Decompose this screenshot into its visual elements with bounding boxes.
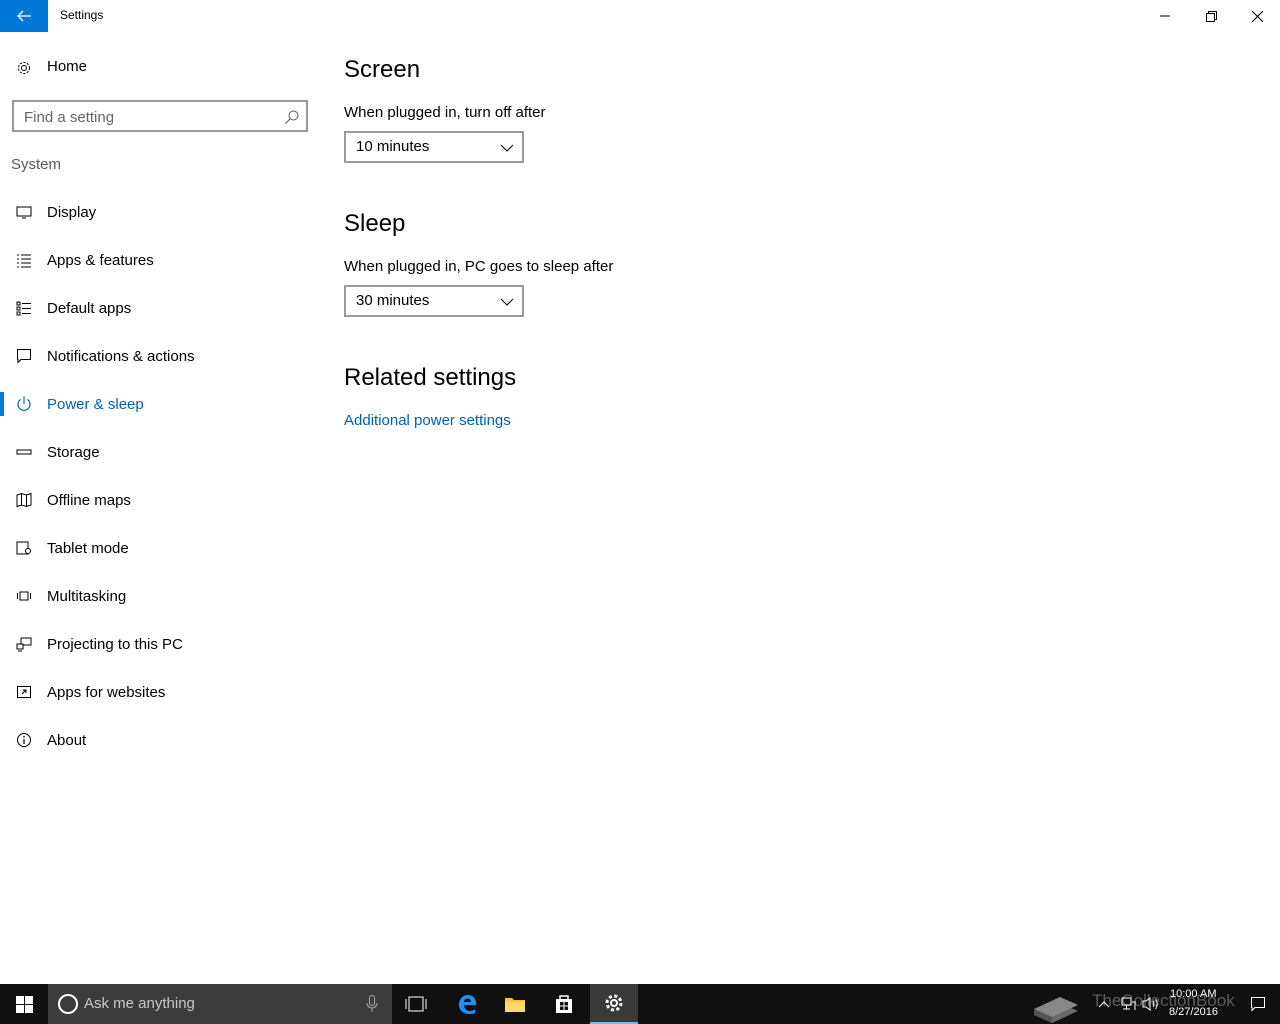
sidebar-item-apps-websites[interactable]: Apps for websites xyxy=(0,672,320,712)
close-icon xyxy=(1251,10,1263,22)
screen-timeout-label: When plugged in, turn off after xyxy=(344,104,546,121)
screen-heading: Screen xyxy=(344,56,421,83)
task-view-icon xyxy=(405,996,427,1012)
info-icon xyxy=(16,732,32,748)
minimize-icon xyxy=(1160,15,1170,17)
cortana-search-box[interactable]: Ask me anything xyxy=(48,984,392,1024)
sidebar-item-label: Home xyxy=(47,58,88,75)
search-icon xyxy=(285,110,299,124)
sidebar-item-label: Projecting to this PC xyxy=(47,635,183,653)
taskbar: Ask me anything TheCollectionBook 10:00 … xyxy=(0,984,1280,1024)
apps-features-icon xyxy=(16,252,32,268)
action-center-button[interactable] xyxy=(1236,984,1280,1024)
minimize-button[interactable] xyxy=(1142,0,1188,32)
store-button[interactable] xyxy=(540,984,588,1024)
chevron-down-icon xyxy=(500,298,514,306)
edge-icon xyxy=(459,995,476,1014)
sleep-heading: Sleep xyxy=(344,210,406,237)
file-explorer-button[interactable] xyxy=(491,984,539,1024)
sleep-timeout-label: When plugged in, PC goes to sleep after xyxy=(344,258,614,275)
task-view-button[interactable] xyxy=(392,984,440,1024)
sidebar-item-label: Notifications & actions xyxy=(47,347,195,365)
sidebar: Home System Display Apps & features Defa… xyxy=(0,32,320,984)
clock-date[interactable]: 8/27/2016 xyxy=(1169,1006,1218,1018)
sidebar-item-projecting[interactable]: Projecting to this PC xyxy=(0,624,320,664)
section-label: System xyxy=(11,156,62,173)
search-field[interactable] xyxy=(12,100,308,132)
display-icon xyxy=(16,204,32,220)
sidebar-item-label: Offline maps xyxy=(47,491,131,509)
edge-button[interactable] xyxy=(443,984,491,1024)
map-icon xyxy=(16,492,32,508)
sidebar-item-notifications[interactable]: Notifications & actions xyxy=(0,336,320,376)
window-title: Settings xyxy=(60,8,104,22)
multitasking-icon xyxy=(16,588,32,604)
main-content: Screen When plugged in, turn off after 1… xyxy=(344,32,1244,932)
sidebar-item-power-sleep[interactable]: Power & sleep xyxy=(0,384,320,424)
settings-taskbar-button[interactable] xyxy=(590,984,638,1024)
sidebar-item-label: Power & sleep xyxy=(47,395,144,413)
sleep-timeout-dropdown[interactable]: 30 minutes xyxy=(344,285,524,317)
sidebar-item-label: Apps & features xyxy=(47,251,154,269)
sidebar-item-label: Multitasking xyxy=(47,587,127,605)
sidebar-item-label: About xyxy=(47,731,87,749)
back-button[interactable] xyxy=(0,0,48,32)
additional-power-settings-link[interactable]: Additional power settings xyxy=(344,412,511,429)
default-apps-icon xyxy=(16,300,32,316)
chevron-down-icon xyxy=(500,144,514,152)
gear-icon xyxy=(605,994,623,1012)
back-arrow-icon xyxy=(17,10,31,22)
screen-timeout-dropdown[interactable]: 10 minutes xyxy=(344,131,524,163)
windows-logo-icon xyxy=(15,995,33,1013)
power-icon xyxy=(16,396,32,412)
sidebar-item-label: Default apps xyxy=(47,299,132,317)
volume-icon[interactable] xyxy=(1142,996,1160,1012)
microphone-icon[interactable] xyxy=(366,995,378,1013)
gear-icon xyxy=(16,60,32,76)
search-input[interactable] xyxy=(24,107,274,127)
projecting-icon xyxy=(16,636,32,652)
start-button[interactable] xyxy=(0,984,48,1024)
tablet-mode-icon xyxy=(16,540,32,556)
apps-websites-icon xyxy=(16,684,32,700)
screen-timeout-value: 10 minutes xyxy=(356,138,430,155)
restore-icon xyxy=(1205,10,1217,22)
book-logo-icon xyxy=(1034,997,1078,1023)
title-bar: Settings xyxy=(0,0,1280,32)
related-settings-heading: Related settings xyxy=(344,364,517,391)
sidebar-item-default-apps[interactable]: Default apps xyxy=(0,288,320,328)
sidebar-item-display[interactable]: Display xyxy=(0,192,320,232)
sidebar-item-storage[interactable]: Storage xyxy=(0,432,320,472)
sidebar-item-tablet-mode[interactable]: Tablet mode xyxy=(0,528,320,568)
sidebar-item-label: Display xyxy=(47,203,97,221)
restore-button[interactable] xyxy=(1188,0,1234,32)
cortana-placeholder: Ask me anything xyxy=(84,995,195,1012)
sidebar-item-multitasking[interactable]: Multitasking xyxy=(0,576,320,616)
sleep-timeout-value: 30 minutes xyxy=(356,292,430,309)
sidebar-item-apps-features[interactable]: Apps & features xyxy=(0,240,320,280)
close-button[interactable] xyxy=(1234,0,1280,32)
sidebar-item-offline-maps[interactable]: Offline maps xyxy=(0,480,320,520)
action-center-icon xyxy=(1251,997,1265,1012)
sidebar-item-about[interactable]: About xyxy=(0,720,320,760)
notifications-icon xyxy=(16,348,32,364)
network-icon[interactable] xyxy=(1120,996,1136,1012)
clock-time[interactable]: 10:00 AM xyxy=(1170,988,1216,1000)
sidebar-item-label: Storage xyxy=(47,443,100,461)
store-icon xyxy=(556,995,572,1013)
sidebar-item-label: Apps for websites xyxy=(47,683,166,701)
folder-icon xyxy=(505,998,525,1012)
sidebar-item-label: Tablet mode xyxy=(47,539,129,557)
sidebar-item-home[interactable]: Home xyxy=(0,50,320,86)
cortana-icon xyxy=(58,994,78,1014)
chevron-up-icon[interactable] xyxy=(1098,1000,1110,1008)
storage-icon xyxy=(16,444,32,460)
